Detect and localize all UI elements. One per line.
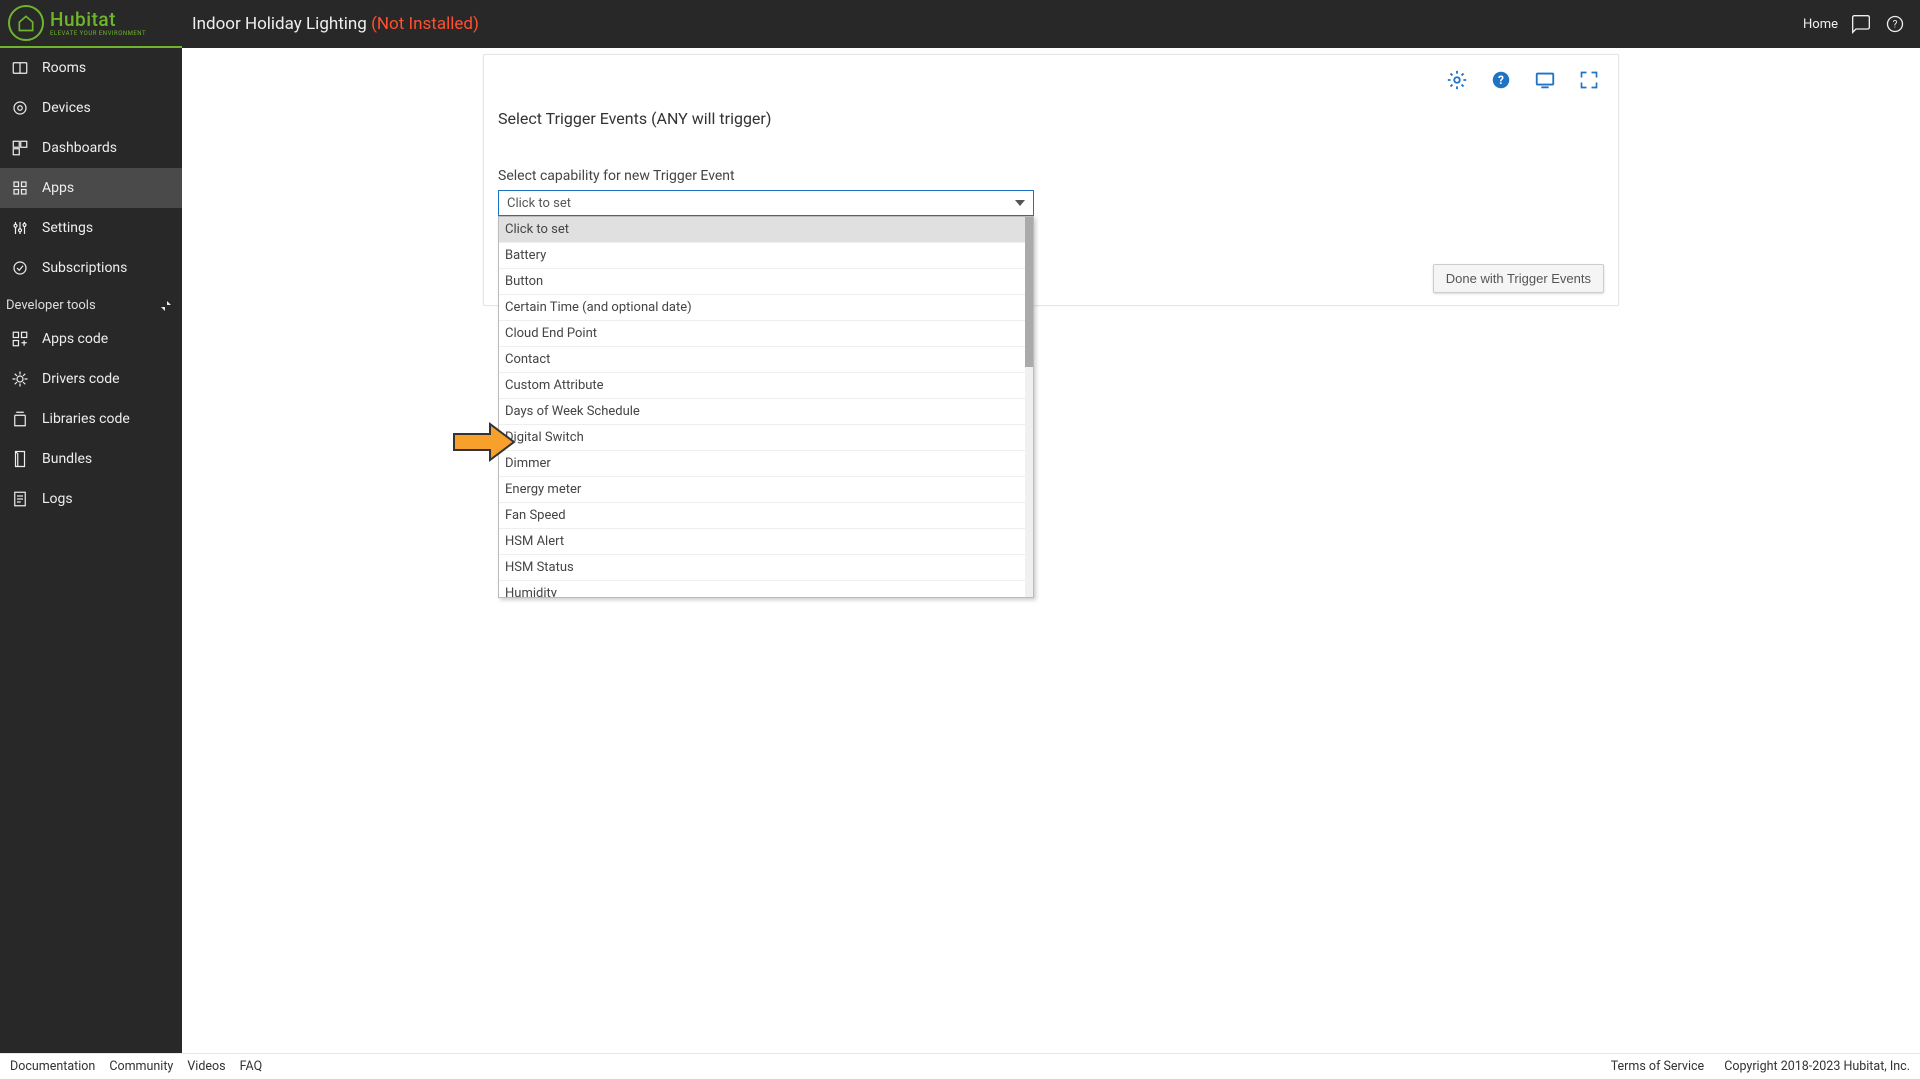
arrow-annotation: [452, 422, 516, 462]
capability-select[interactable]: Click to set: [498, 190, 1034, 216]
footer: Documentation Community Videos FAQ Terms…: [0, 1053, 1920, 1079]
logs-icon: [10, 489, 30, 509]
chevron-down-icon: [1015, 200, 1025, 206]
sidebar-item-label: Devices: [42, 100, 91, 116]
footer-link-community[interactable]: Community: [109, 1059, 173, 1074]
collapse-icon: [160, 300, 172, 312]
select-value: Click to set: [507, 196, 571, 211]
settings-icon: [10, 218, 30, 238]
sidebar-item-apps[interactable]: Apps: [0, 168, 182, 208]
config-card: ? Select Trigger Events (ANY will trigge…: [483, 54, 1619, 306]
sidebar: Rooms Devices Dashboards Apps Settings S…: [0, 48, 182, 1053]
capability-dropdown: Click to setBatteryButtonCertain Time (a…: [498, 216, 1034, 598]
sidebar-item-bundles[interactable]: Bundles: [0, 439, 182, 479]
bundles-icon: [10, 449, 30, 469]
sidebar-item-label: Subscriptions: [42, 260, 127, 276]
sidebar-item-label: Bundles: [42, 451, 92, 467]
main-content: ? Select Trigger Events (ANY will trigge…: [182, 48, 1920, 1053]
rooms-icon: [10, 58, 30, 78]
help-icon[interactable]: ?: [1884, 13, 1906, 35]
card-toolbar: ?: [484, 55, 1618, 91]
footer-link-faq[interactable]: FAQ: [240, 1059, 263, 1074]
apps-code-icon: [10, 329, 30, 349]
sidebar-item-dashboards[interactable]: Dashboards: [0, 128, 182, 168]
monitor-icon[interactable]: [1534, 69, 1556, 91]
dropdown-option[interactable]: Certain Time (and optional date): [499, 295, 1033, 321]
developer-tools-section[interactable]: Developer tools: [0, 292, 182, 319]
sidebar-item-subscriptions[interactable]: Subscriptions: [0, 248, 182, 288]
sidebar-item-libraries-code[interactable]: Libraries code: [0, 399, 182, 439]
sidebar-item-label: Settings: [42, 220, 93, 236]
sidebar-item-rooms[interactable]: Rooms: [0, 48, 182, 88]
footer-link-documentation[interactable]: Documentation: [10, 1059, 95, 1074]
expand-icon[interactable]: [1578, 69, 1600, 91]
sidebar-item-label: Libraries code: [42, 411, 130, 427]
dropdown-option[interactable]: Fan Speed: [499, 503, 1033, 529]
subscriptions-icon: [10, 258, 30, 278]
svg-text:?: ?: [1498, 73, 1504, 87]
help-circle-icon[interactable]: ?: [1490, 69, 1512, 91]
dropdown-option[interactable]: Energy meter: [499, 477, 1033, 503]
dropdown-option[interactable]: Custom Attribute: [499, 373, 1033, 399]
dropdown-option[interactable]: HSM Alert: [499, 529, 1033, 555]
logo-icon: [8, 5, 44, 41]
sidebar-item-label: Apps: [42, 180, 74, 196]
dropdown-option[interactable]: Battery: [499, 243, 1033, 269]
dropdown-option[interactable]: Dimmer: [499, 451, 1033, 477]
done-button[interactable]: Done with Trigger Events: [1433, 264, 1604, 293]
install-status: (Not Installed): [371, 14, 479, 34]
footer-copyright: Copyright 2018-2023 Hubitat, Inc.: [1724, 1059, 1910, 1074]
gear-icon[interactable]: [1446, 69, 1468, 91]
home-link[interactable]: Home: [1803, 17, 1838, 32]
dropdown-option[interactable]: Button: [499, 269, 1033, 295]
sidebar-item-devices[interactable]: Devices: [0, 88, 182, 128]
logo[interactable]: Hubitat ELEVATE YOUR ENVIRONMENT: [0, 0, 182, 48]
devices-icon: [10, 98, 30, 118]
sidebar-item-apps-code[interactable]: Apps code: [0, 319, 182, 359]
dropdown-option[interactable]: Humidity: [499, 581, 1033, 597]
top-bar: Hubitat ELEVATE YOUR ENVIRONMENT Indoor …: [0, 0, 1920, 48]
drivers-code-icon: [10, 369, 30, 389]
developer-tools-label: Developer tools: [6, 298, 96, 313]
brand-name: Hubitat: [50, 10, 146, 29]
dashboards-icon: [10, 138, 30, 158]
sidebar-item-logs[interactable]: Logs: [0, 479, 182, 519]
field-label: Select capability for new Trigger Event: [498, 168, 1604, 184]
footer-link-videos[interactable]: Videos: [187, 1059, 225, 1074]
page-title: Indoor Holiday Lighting (Not Installed): [192, 14, 479, 34]
sidebar-item-label: Dashboards: [42, 140, 117, 156]
dropdown-option[interactable]: Cloud End Point: [499, 321, 1033, 347]
libraries-code-icon: [10, 409, 30, 429]
scrollbar-thumb[interactable]: [1025, 217, 1033, 367]
sidebar-item-label: Logs: [42, 491, 73, 507]
page-title-text: Indoor Holiday Lighting: [192, 14, 367, 34]
footer-link-tos[interactable]: Terms of Service: [1611, 1059, 1704, 1074]
svg-text:?: ?: [1893, 19, 1898, 30]
sidebar-item-drivers-code[interactable]: Drivers code: [0, 359, 182, 399]
apps-icon: [10, 178, 30, 198]
dropdown-option[interactable]: Contact: [499, 347, 1033, 373]
chat-icon[interactable]: [1850, 13, 1872, 35]
dropdown-option[interactable]: Days of Week Schedule: [499, 399, 1033, 425]
sidebar-item-label: Apps code: [42, 331, 108, 347]
sidebar-item-settings[interactable]: Settings: [0, 208, 182, 248]
dropdown-option[interactable]: HSM Status: [499, 555, 1033, 581]
sidebar-item-label: Drivers code: [42, 371, 120, 387]
dropdown-option[interactable]: Digital Switch: [499, 425, 1033, 451]
sidebar-item-label: Rooms: [42, 60, 86, 76]
brand-tagline: ELEVATE YOUR ENVIRONMENT: [50, 31, 146, 37]
section-heading: Select Trigger Events (ANY will trigger): [498, 109, 1604, 128]
dropdown-option[interactable]: Click to set: [499, 217, 1033, 243]
